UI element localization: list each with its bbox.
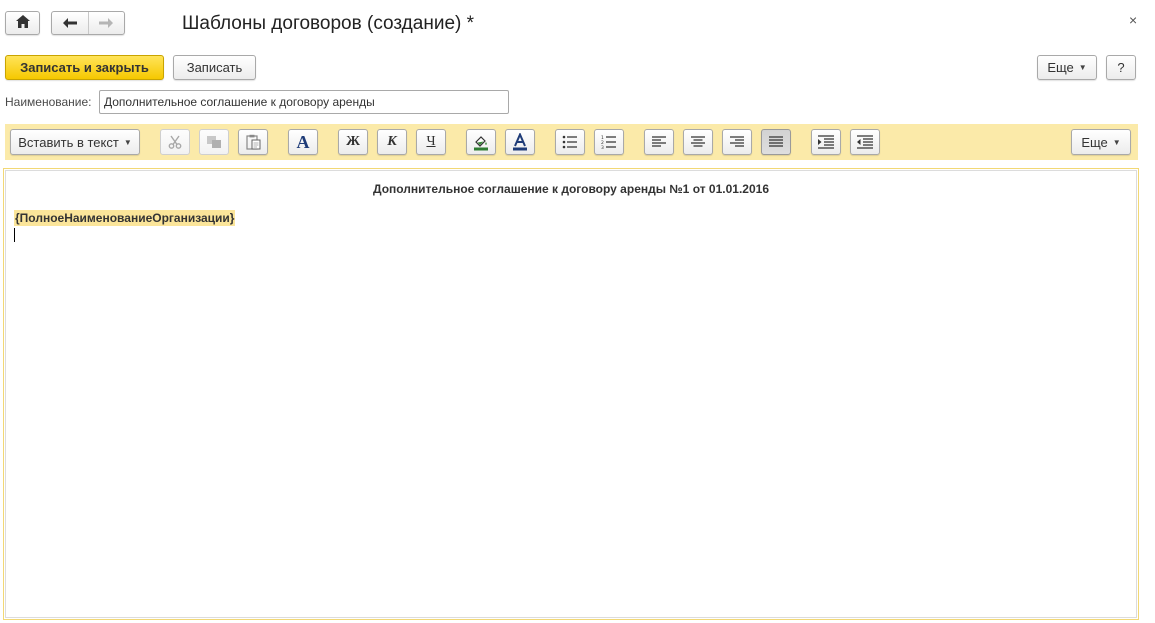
align-justify-button[interactable] [761,129,791,155]
arrow-left-icon [62,16,77,31]
arrow-right-icon [99,16,114,31]
numbered-list-button[interactable]: 1 2 3 [594,129,624,155]
text-color-button[interactable] [505,129,535,155]
dropdown-arrow-icon: ▼ [1112,137,1121,147]
name-label: Наименование: [5,95,92,109]
increase-indent-button[interactable] [811,129,841,155]
dropdown-arrow-icon: ▼ [1078,63,1087,72]
decrease-indent-button[interactable] [850,129,880,155]
underline-button[interactable]: Ч [416,129,446,155]
indent-increase-icon [818,135,834,149]
align-right-button[interactable] [722,129,752,155]
toolbar-more-label: Еще [1081,134,1108,150]
align-center-button[interactable] [683,129,713,155]
scissors-icon [168,135,182,149]
save-button[interactable]: Записать [173,55,256,80]
copy-button[interactable] [199,129,229,155]
more-button-label: Еще [1047,60,1074,75]
save-and-close-button[interactable]: Записать и закрыть [5,55,164,80]
home-icon [15,15,30,31]
editor-content[interactable]: Дополнительное соглашение к договору аре… [5,170,1137,618]
bold-icon: Ж [346,134,360,149]
align-right-icon [730,136,744,148]
align-left-button[interactable] [644,129,674,155]
bold-button[interactable]: Ж [338,129,368,155]
name-input[interactable] [99,90,509,114]
insert-into-text-label: Вставить в текст [18,134,119,150]
numbered-list-icon: 1 2 3 [601,135,617,149]
home-button[interactable] [5,11,40,35]
document-editor[interactable]: Дополнительное соглашение к договору аре… [3,168,1139,620]
dropdown-arrow-icon: ▼ [123,137,132,147]
back-button[interactable] [52,12,88,34]
bulleted-list-button[interactable] [555,129,585,155]
close-icon[interactable]: × [1129,12,1137,28]
text-color-icon [511,133,529,151]
toolbar-more-button[interactable]: Еще ▼ [1071,129,1131,155]
insert-into-text-button[interactable]: Вставить в текст ▼ [10,129,140,155]
fill-color-icon [472,133,490,151]
font-icon: A [296,131,310,152]
window-title: Шаблоны договоров (создание) * [182,13,475,34]
align-justify-icon [769,136,783,148]
document-heading: Дополнительное соглашение к договору аре… [373,182,769,196]
font-button[interactable]: A [288,129,318,155]
background-color-button[interactable] [466,129,496,155]
align-center-icon [691,136,705,148]
paste-button[interactable] [238,129,268,155]
paste-icon [245,134,261,150]
bulleted-list-icon [562,135,578,149]
indent-decrease-icon [857,135,873,149]
formatting-toolbar: Вставить в текст ▼ A Ж К Ч 1 2 3 Еще ▼ [5,124,1138,160]
text-cursor [14,228,15,242]
help-button[interactable]: ? [1106,55,1136,80]
italic-button[interactable]: К [377,129,407,155]
forward-button[interactable] [88,12,124,34]
more-button[interactable]: Еще ▼ [1037,55,1097,80]
svg-text:3: 3 [601,145,604,149]
align-left-icon [652,136,666,148]
cut-button[interactable] [160,129,190,155]
copy-icon [206,135,222,149]
underline-icon: Ч [426,134,436,149]
navigation-group [51,11,125,35]
template-field-tag[interactable]: {ПолноеНаименованиеОрганизации} [14,210,236,226]
italic-icon: К [387,134,397,149]
